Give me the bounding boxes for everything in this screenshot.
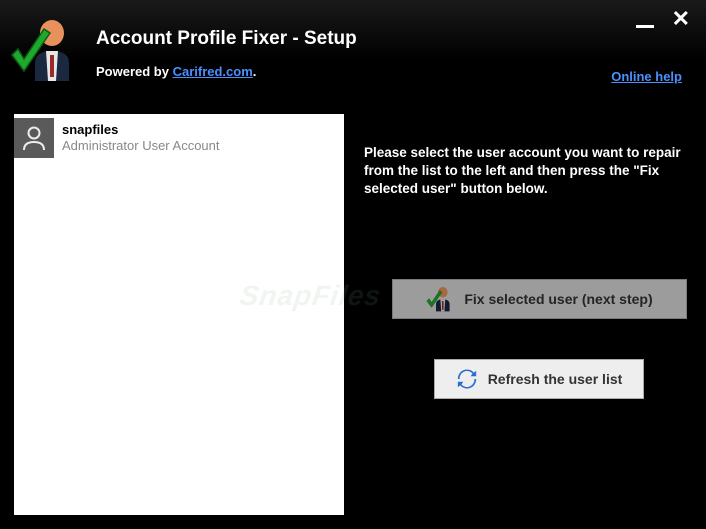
refresh-icon [456,368,478,390]
header: Account Profile Fixer - Setup Powered by… [0,0,706,100]
fix-selected-user-button[interactable]: Fix selected user (next step) [392,279,687,319]
carifred-link[interactable]: Carifred.com [173,64,253,79]
powered-by: Powered by Carifred.com. [96,64,686,79]
online-help-link[interactable]: Online help [611,69,682,84]
right-panel: Please select the user account you want … [364,114,692,515]
user-list[interactable]: snapfiles Administrator User Account [14,114,344,515]
main-content: snapfiles Administrator User Account Ple… [0,100,706,529]
close-icon[interactable]: ✕ [672,8,690,30]
fix-button-icon [426,285,454,313]
instructions-text: Please select the user account you want … [364,144,692,199]
user-text: snapfiles Administrator User Account [62,122,220,155]
powered-prefix: Powered by [96,64,173,79]
user-avatar-icon [14,118,54,158]
page-title: Account Profile Fixer - Setup [96,28,686,50]
user-role: Administrator User Account [62,138,220,154]
powered-suffix: . [253,64,257,79]
user-name: snapfiles [62,122,220,138]
minimize-icon[interactable] [636,25,654,28]
app-logo-icon [10,15,80,85]
refresh-user-list-button[interactable]: Refresh the user list [434,359,644,399]
window-controls: ✕ [636,8,690,30]
refresh-button-label: Refresh the user list [488,371,623,387]
list-item[interactable]: snapfiles Administrator User Account [14,114,344,162]
fix-button-label: Fix selected user (next step) [464,291,652,307]
